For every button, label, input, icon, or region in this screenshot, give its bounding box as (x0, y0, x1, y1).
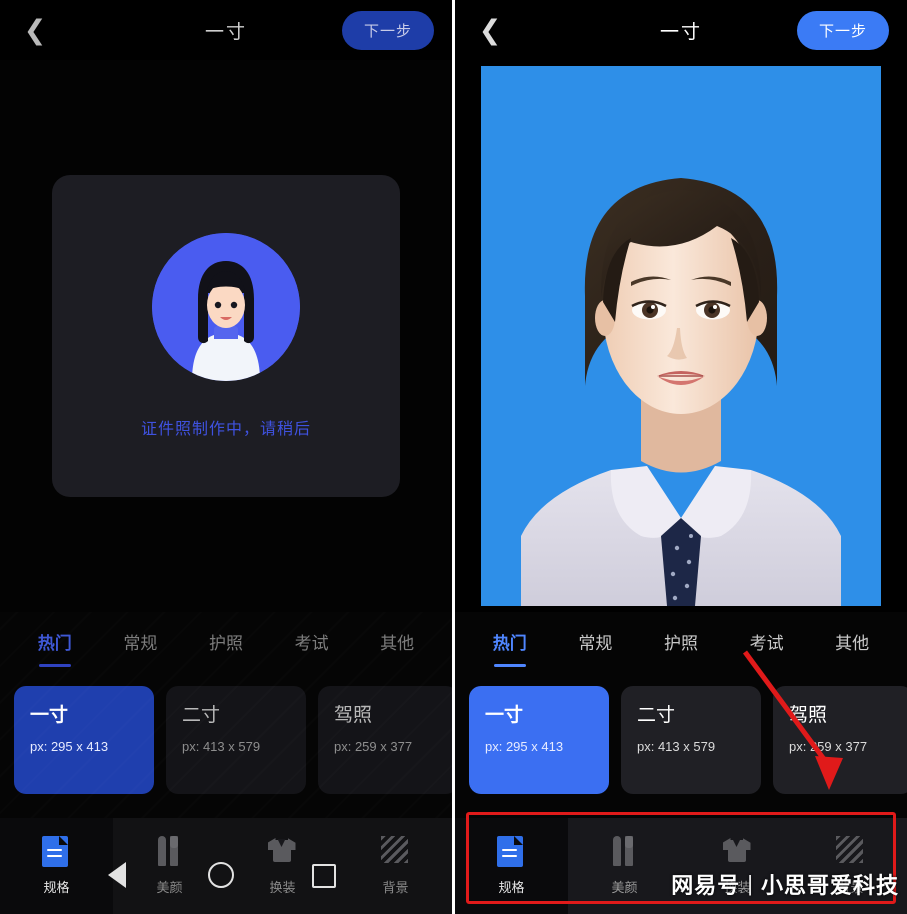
watermark-brand: 网易号 (671, 873, 741, 898)
app-header-right: ❮ 一寸 下一步 (455, 0, 907, 60)
loading-status-text: 证件照制作中，请稍后 (140, 421, 311, 438)
size-card-name: 一寸 (485, 705, 524, 726)
loading-card: 证件照制作中，请稍后 (52, 175, 400, 497)
tab-hot[interactable]: 热门 (491, 623, 529, 660)
category-tabs-right: 热门 常规 护照 考试 其他 (455, 612, 907, 670)
size-card-name: 驾照 (334, 705, 373, 726)
nav-label: 规格 (43, 880, 70, 895)
tab-exam[interactable]: 考试 (748, 623, 786, 660)
size-card-name: 驾照 (789, 705, 828, 726)
watermark: 网易号 | 小思哥爱科技 (671, 868, 899, 900)
size-card-list-right[interactable]: 一寸 px: 295 x 413 二寸 px: 413 x 579 驾照 px:… (455, 670, 907, 812)
bottom-nav-left: 规格 美颜 换装 背景 (0, 818, 452, 914)
watermark-separator: | (747, 871, 754, 896)
size-card-one-inch[interactable]: 一寸 px: 295 x 413 (469, 686, 609, 794)
size-card-two-inch[interactable]: 二寸 px: 413 x 579 (621, 686, 761, 794)
nav-label: 背景 (382, 880, 409, 895)
size-card-driver-license[interactable]: 驾照 px: 259 x 377 (773, 686, 907, 794)
tab-passport[interactable]: 护照 (662, 623, 700, 660)
id-photo-preview[interactable] (481, 66, 881, 606)
size-card-driver-license[interactable]: 驾照 px: 259 x 377 (318, 686, 452, 794)
next-step-button[interactable]: 下一步 (341, 10, 434, 50)
makeup-brush-icon (155, 836, 185, 868)
phone-screen-result: ❮ 一寸 下一步 热门 常规 护照 考试 其他 一寸 px: 295 x 413… (455, 0, 907, 914)
category-tabs-left: 热门 常规 护照 考试 其他 (0, 612, 452, 670)
size-card-pixels: px: 413 x 579 (637, 739, 716, 754)
nav-item-beauty[interactable]: 美颜 (113, 818, 226, 914)
document-icon (496, 836, 527, 868)
size-card-list-left[interactable]: 一寸 px: 295 x 413 二寸 px: 413 x 579 驾照 px:… (0, 670, 452, 812)
size-card-name: 二寸 (182, 705, 221, 726)
nav-label: 换装 (269, 880, 296, 895)
tab-other[interactable]: 其他 (833, 623, 871, 660)
nav-item-specs[interactable]: 规格 (0, 818, 113, 914)
tab-other[interactable]: 其他 (378, 623, 416, 660)
nav-item-specs[interactable]: 规格 (455, 818, 568, 914)
size-card-pixels: px: 295 x 413 (485, 739, 564, 754)
size-card-pixels: px: 295 x 413 (30, 739, 109, 754)
makeup-brush-icon (610, 836, 640, 868)
size-card-pixels: px: 259 x 377 (789, 739, 868, 754)
stripes-background-icon (380, 836, 411, 868)
preview-area-photo (455, 60, 907, 612)
shirt-icon (267, 836, 298, 868)
document-icon (41, 836, 72, 868)
nav-item-background[interactable]: 背景 (339, 818, 452, 914)
nav-label: 规格 (498, 880, 525, 895)
tab-exam[interactable]: 考试 (293, 623, 331, 660)
size-card-pixels: px: 259 x 377 (334, 739, 413, 754)
tab-regular[interactable]: 常规 (576, 623, 614, 660)
tab-regular[interactable]: 常规 (121, 623, 159, 660)
watermark-author: 小思哥爱科技 (760, 873, 899, 898)
shirt-icon (722, 836, 753, 868)
nav-label: 美颜 (156, 880, 183, 895)
size-card-pixels: px: 413 x 579 (182, 739, 261, 754)
size-card-name: 二寸 (637, 705, 676, 726)
phone-screen-loading: ❮ 一寸 下一步 证件照制作中，请稍后 热门 常规 护照 考试 其他 一寸 px… (0, 0, 452, 914)
nav-item-outfit[interactable]: 换装 (226, 818, 339, 914)
user-avatar-placeholder-icon (152, 233, 300, 381)
size-card-two-inch[interactable]: 二寸 px: 413 x 579 (166, 686, 306, 794)
tab-hot[interactable]: 热门 (36, 623, 74, 660)
next-step-button[interactable]: 下一步 (796, 10, 889, 50)
dual-screenshot-stage: ❮ 一寸 下一步 证件照制作中，请稍后 热门 常规 护照 考试 其他 一寸 px… (0, 0, 907, 914)
size-card-one-inch[interactable]: 一寸 px: 295 x 413 (14, 686, 154, 794)
nav-label: 美颜 (611, 880, 638, 895)
stripes-background-icon (835, 836, 866, 868)
tab-passport[interactable]: 护照 (207, 623, 245, 660)
size-card-name: 一寸 (30, 705, 69, 726)
preview-area-loading: 证件照制作中，请稍后 (0, 60, 452, 612)
app-header-left: ❮ 一寸 下一步 (0, 0, 452, 60)
nav-item-beauty[interactable]: 美颜 (568, 818, 681, 914)
